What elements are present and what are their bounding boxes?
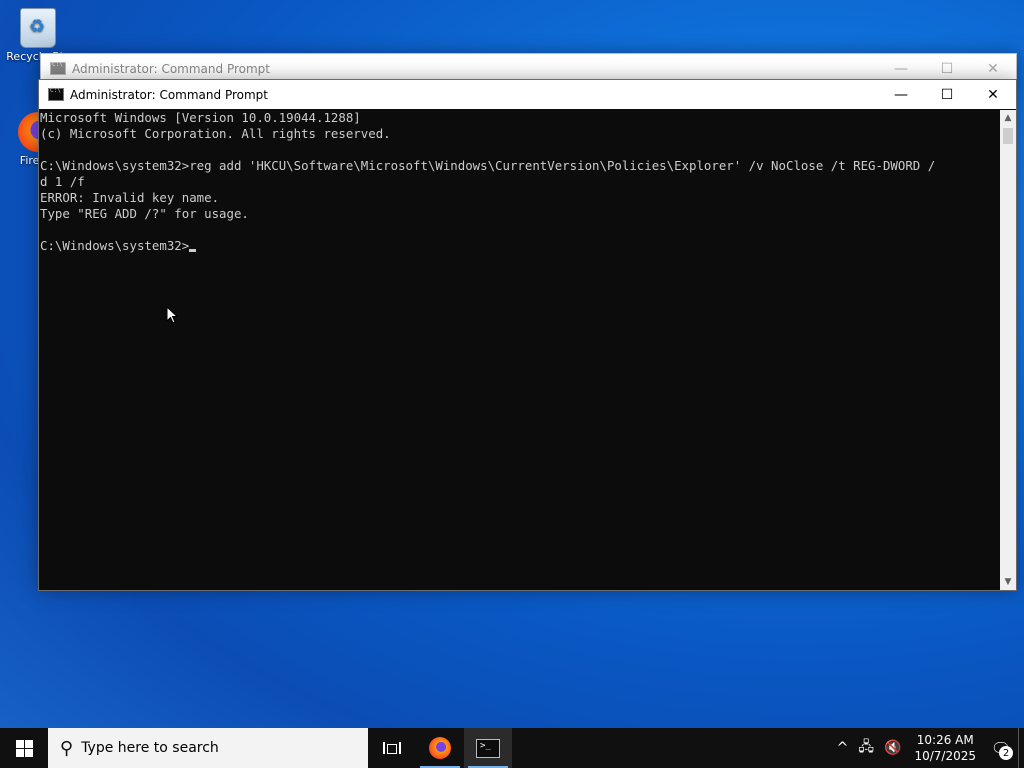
vertical-scrollbar[interactable]: ▲ ▼ <box>1000 110 1016 590</box>
taskbar-command-prompt-button[interactable] <box>464 728 512 768</box>
taskbar-search-box[interactable]: ⚲ Type here to search <box>48 728 368 768</box>
command-prompt-window[interactable]: Administrator: Command Prompt — ☐ ✕ Micr… <box>38 79 1017 591</box>
task-view-icon <box>383 742 401 754</box>
windows-logo-icon <box>15 739 33 757</box>
volume-muted-icon[interactable]: 🔇 <box>879 728 906 768</box>
window-title: Administrator: Command Prompt <box>70 87 268 102</box>
start-button[interactable] <box>0 728 48 768</box>
console-line: ERROR: Invalid key name. <box>40 190 220 205</box>
console-output[interactable]: Microsoft Windows [Version 10.0.19044.12… <box>39 110 1000 590</box>
taskbar: ⚲ Type here to search ^ 🖧 🔇 10:26 AM 10/… <box>0 728 1024 768</box>
scroll-up-arrow-icon[interactable]: ▲ <box>1000 110 1016 126</box>
search-placeholder: Type here to search <box>81 740 219 756</box>
console-line: Type "REG ADD /?" for usage. <box>40 206 249 221</box>
console-prompt-line[interactable]: C:\Windows\system32> <box>40 238 1000 254</box>
console-line: C:\Windows\system32>reg add 'HKCU\Softwa… <box>40 158 936 173</box>
window-title: Administrator: Command Prompt <box>72 61 270 76</box>
close-button[interactable]: ✕ <box>970 80 1016 109</box>
clock[interactable]: 10:26 AM 10/7/2025 <box>906 732 984 764</box>
action-center-button[interactable]: 🗨 2 <box>984 728 1018 768</box>
command-prompt-icon <box>476 738 500 758</box>
show-hidden-icons-chevron-icon[interactable]: ^ <box>832 728 854 768</box>
firefox-icon <box>429 737 451 759</box>
text-cursor <box>189 249 197 252</box>
taskbar-firefox-button[interactable] <box>416 728 464 768</box>
task-view-button[interactable] <box>368 728 416 768</box>
maximize-button[interactable]: ☐ <box>924 80 970 109</box>
scroll-thumb[interactable] <box>1003 128 1013 144</box>
title-bar[interactable]: Administrator: Command Prompt — ☐ ✕ <box>39 80 1016 109</box>
clock-date: 10/7/2025 <box>914 749 976 763</box>
console-line: d 1 /f <box>40 174 85 189</box>
show-desktop-button[interactable] <box>1018 728 1024 768</box>
console-line: Microsoft Windows [Version 10.0.19044.12… <box>40 110 361 125</box>
minimize-button[interactable]: — <box>878 80 924 109</box>
system-tray: ^ 🖧 🔇 10:26 AM 10/7/2025 🗨 2 <box>832 728 1024 768</box>
command-prompt-icon <box>48 87 64 101</box>
search-icon: ⚲ <box>60 737 74 759</box>
scroll-down-arrow-icon[interactable]: ▼ <box>1000 574 1016 590</box>
console-line: (c) Microsoft Corporation. All rights re… <box>40 126 391 141</box>
recycle-bin-icon <box>20 8 56 48</box>
clock-time: 10:26 AM <box>916 733 974 747</box>
console-prompt: C:\Windows\system32> <box>40 238 190 253</box>
notification-count-badge: 2 <box>999 746 1013 760</box>
network-icon[interactable]: 🖧 <box>853 728 879 768</box>
command-prompt-icon <box>50 61 66 75</box>
